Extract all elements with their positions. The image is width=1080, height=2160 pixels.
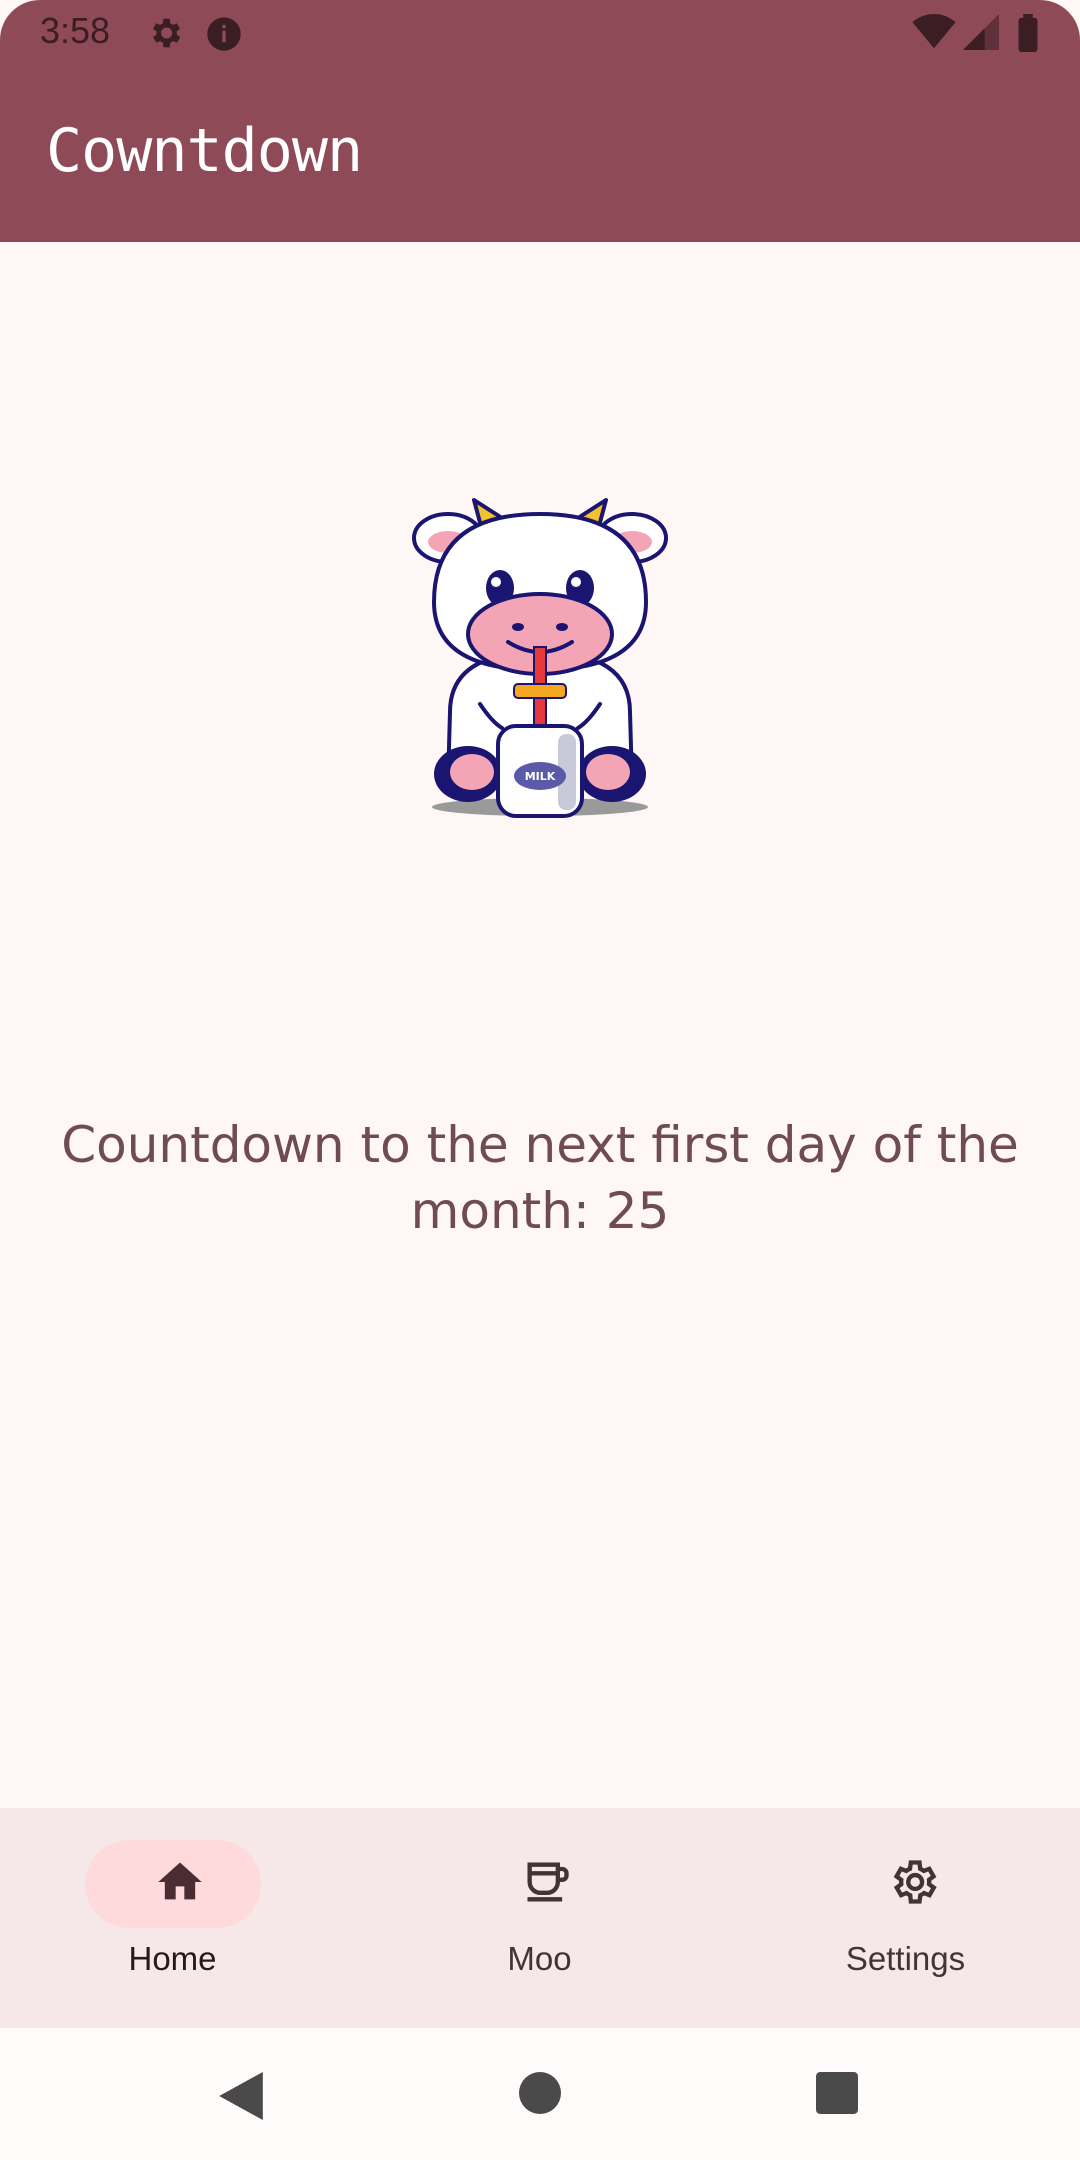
nav-label-home: Home — [128, 1940, 217, 1977]
settings-icon — [152, 18, 181, 48]
cow-illustration: MILK — [412, 498, 668, 818]
bottom-navigation: Home Moo Settings — [0, 1808, 1080, 2028]
system-navigation-bar — [0, 2028, 1080, 2160]
back-icon[interactable] — [218, 2072, 264, 2120]
nav-item-settings[interactable]: Settings — [733, 1808, 1080, 2028]
nav-item-moo[interactable]: Moo — [367, 1808, 727, 2028]
nav-label-moo: Moo — [507, 1940, 572, 1977]
signal-icon — [963, 14, 999, 50]
gear-icon — [893, 1860, 937, 1904]
wifi-icon — [912, 14, 956, 49]
status-bar: 3:58 — [0, 0, 1080, 66]
cup-icon — [527, 1862, 569, 1902]
app-bar: Cowntdown — [0, 66, 1080, 242]
app-title: Cowntdown — [46, 116, 363, 186]
status-time: 3:58 — [40, 10, 111, 51]
home-icon — [158, 1862, 202, 1900]
info-icon — [207, 17, 241, 51]
bottle-label: MILK — [525, 770, 556, 783]
nav-item-home[interactable]: Home — [0, 1808, 360, 2028]
nav-label-settings: Settings — [845, 1940, 966, 1977]
main-content: MILK Countdown to the next first day of … — [0, 242, 1080, 1808]
home-circle-icon[interactable] — [519, 2072, 561, 2114]
recents-icon[interactable] — [816, 2072, 858, 2114]
battery-icon — [1018, 14, 1038, 52]
countdown-text: Countdown to the next first day of the m… — [61, 1116, 1019, 1240]
